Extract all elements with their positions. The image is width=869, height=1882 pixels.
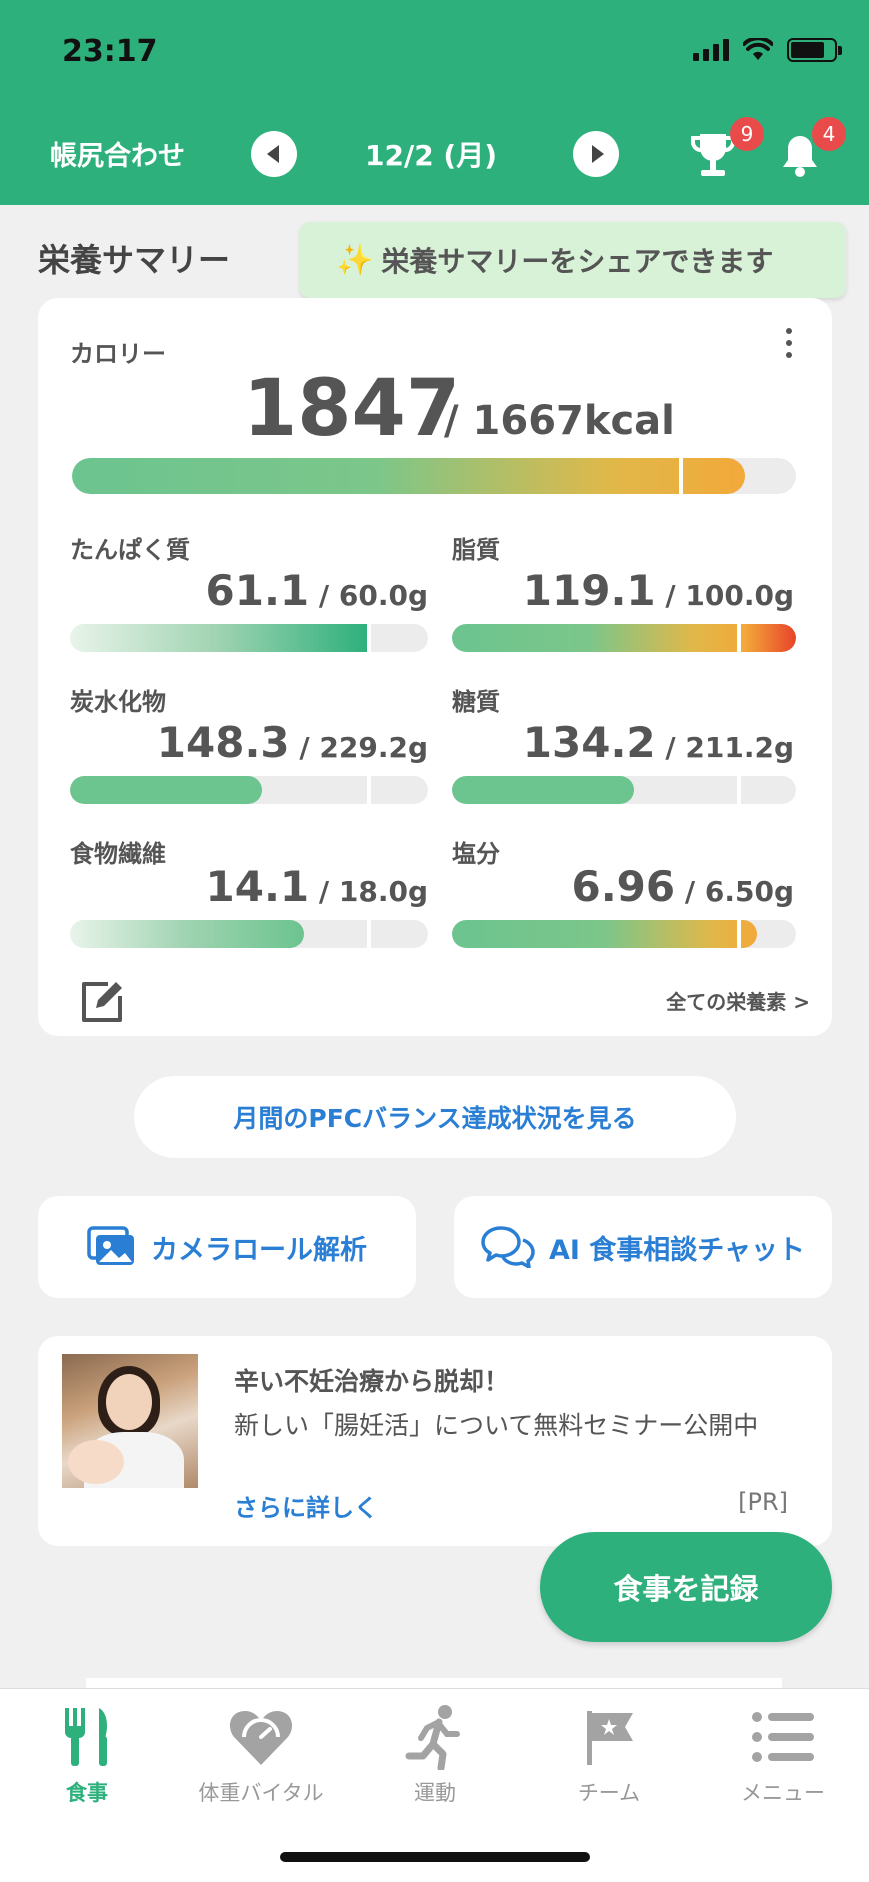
fat-target: / 100.0g <box>655 579 794 612</box>
battery-icon <box>787 38 842 62</box>
fiber-amount: 14.1 <box>205 862 310 911</box>
tab-label-exercise: 運動 <box>414 1781 456 1805</box>
next-date-button[interactable] <box>573 131 619 177</box>
protein-target-marker <box>367 624 371 652</box>
trophy-icon <box>691 134 735 176</box>
fiber-value: 14.1 / 18.0g <box>98 862 429 911</box>
runner-icon <box>405 1705 460 1770</box>
record-meal-button[interactable]: 食事を記録 <box>540 1532 832 1642</box>
protein-progress-bar <box>70 624 428 652</box>
calorie-target-marker <box>679 458 683 494</box>
carbs-target-marker <box>367 776 371 804</box>
salt-progress-fill <box>452 920 757 948</box>
sugar-target-marker <box>737 776 741 804</box>
ad-photo <box>62 1354 198 1488</box>
sugar-value: 134.2 / 211.2g <box>452 718 794 767</box>
fat-target-marker <box>737 624 741 652</box>
salt-target-marker <box>737 920 741 948</box>
tab-label-weight: 体重バイタル <box>198 1781 324 1805</box>
carbs-value: 148.3 / 229.2g <box>98 718 428 767</box>
carbs-amount: 148.3 <box>156 718 290 767</box>
fork-knife-icon <box>65 1708 107 1766</box>
home-indicator <box>280 1852 590 1862</box>
salt-target: / 6.50g <box>675 875 794 908</box>
salt-amount: 6.96 <box>571 862 676 911</box>
fiber-target: / 18.0g <box>309 875 428 908</box>
notification-badge: 4 <box>812 117 846 151</box>
calorie-label: カロリー <box>70 340 166 368</box>
fat-amount: 119.1 <box>522 566 656 615</box>
ai-chat-label: AI 食事相談チャット <box>548 1234 806 1266</box>
calorie-progress-fill <box>72 458 745 494</box>
protein-amount: 61.1 <box>205 566 310 615</box>
calorie-progress-bar <box>72 458 796 494</box>
tab-exercise[interactable]: 運動 <box>348 1701 522 1807</box>
protein-progress-fill <box>70 624 367 652</box>
salt-progress-bar <box>452 920 796 948</box>
tab-label-menu: メニュー <box>741 1781 825 1805</box>
fat-progress-fill <box>452 624 796 652</box>
camera-roll-label: カメラロール解析 <box>151 1234 367 1266</box>
fat-label: 脂質 <box>452 536 500 564</box>
edit-icon[interactable] <box>78 978 126 1030</box>
sparkle-icon: ✨ <box>336 242 374 278</box>
tab-weight-vitals[interactable]: 体重バイタル <box>174 1701 348 1807</box>
protein-value: 61.1 / 60.0g <box>98 566 429 615</box>
protein-label: たんぱく質 <box>70 536 190 564</box>
tab-meal[interactable]: 食事 <box>0 1701 174 1807</box>
ad-text: 新しい「腸妊活」について無料セミナー公開中 <box>234 1411 759 1440</box>
pfc-balance-button[interactable]: 月間のPFCバランス達成状況を見る <box>134 1076 736 1158</box>
fiber-progress-fill <box>70 920 304 948</box>
calorie-value: 1847 <box>243 364 461 454</box>
app-header: 23:17 帳尻合わせ 12/2 (月) 9 4 <box>0 0 869 205</box>
page-title: 帳尻合わせ <box>50 141 185 172</box>
date-label[interactable]: 12/2 (月) <box>365 134 497 174</box>
fat-progress-bar <box>452 624 796 652</box>
section-title: 栄養サマリー <box>38 241 231 279</box>
list-icon <box>752 1712 814 1762</box>
carbs-label: 炭水化物 <box>70 688 166 716</box>
protein-target: / 60.0g <box>309 579 428 612</box>
ad-card[interactable]: 辛い不妊治療から脱却！ 新しい「腸妊活」について無料セミナー公開中 さらに詳しく… <box>38 1336 832 1546</box>
carbs-progress-fill <box>70 776 262 804</box>
ai-chat-button[interactable]: AI 食事相談チャット <box>454 1196 832 1298</box>
chat-bubbles-icon <box>481 1226 535 1268</box>
sugar-label: 糖質 <box>452 688 500 716</box>
ad-title: 辛い不妊治療から脱却！ <box>234 1367 510 1396</box>
share-tooltip[interactable]: ✨ 栄養サマリーをシェアできます <box>300 222 846 312</box>
tooltip-text: 栄養サマリーをシェアできます <box>381 245 774 278</box>
more-options-icon[interactable] <box>786 328 792 358</box>
chevron-right-icon <box>591 145 604 163</box>
sugar-progress-fill <box>452 776 634 804</box>
fiber-progress-bar <box>70 920 428 948</box>
carbs-target: / 229.2g <box>289 731 428 764</box>
sugar-amount: 134.2 <box>522 718 656 767</box>
flag-icon <box>587 1711 633 1765</box>
ad-pr-label: [PR] <box>738 1488 788 1516</box>
tab-team[interactable]: チーム <box>522 1701 696 1807</box>
heart-scale-icon <box>229 1711 293 1765</box>
calorie-target: / 1667kcal <box>444 398 675 444</box>
salt-value: 6.96 / 6.50g <box>452 862 795 911</box>
chevron-left-icon <box>266 145 279 163</box>
status-time: 23:17 <box>62 34 158 69</box>
all-nutrients-link[interactable]: 全ての栄養素 > <box>666 986 810 1015</box>
ad-more-link[interactable]: さらに詳しく <box>234 1488 378 1523</box>
tab-label-team: チーム <box>577 1781 641 1805</box>
sugar-progress-bar <box>452 776 796 804</box>
status-icons <box>693 38 842 62</box>
wifi-icon <box>743 38 773 60</box>
cellular-signal-icon <box>693 39 729 61</box>
tab-label-meal: 食事 <box>66 1781 108 1805</box>
nutrition-summary-card: カロリー 1847 / 1667kcal たんぱく質 61.1 / 60.0g … <box>38 298 832 1036</box>
trophy-badge: 9 <box>730 117 764 151</box>
carbs-progress-bar <box>70 776 428 804</box>
photo-gallery-icon <box>87 1226 134 1265</box>
fat-value: 119.1 / 100.0g <box>452 566 794 615</box>
sugar-target: / 211.2g <box>655 731 794 764</box>
tab-menu[interactable]: メニュー <box>696 1701 869 1807</box>
fiber-target-marker <box>367 920 371 948</box>
prev-date-button[interactable] <box>251 131 297 177</box>
camera-roll-button[interactable]: カメラロール解析 <box>38 1196 416 1298</box>
